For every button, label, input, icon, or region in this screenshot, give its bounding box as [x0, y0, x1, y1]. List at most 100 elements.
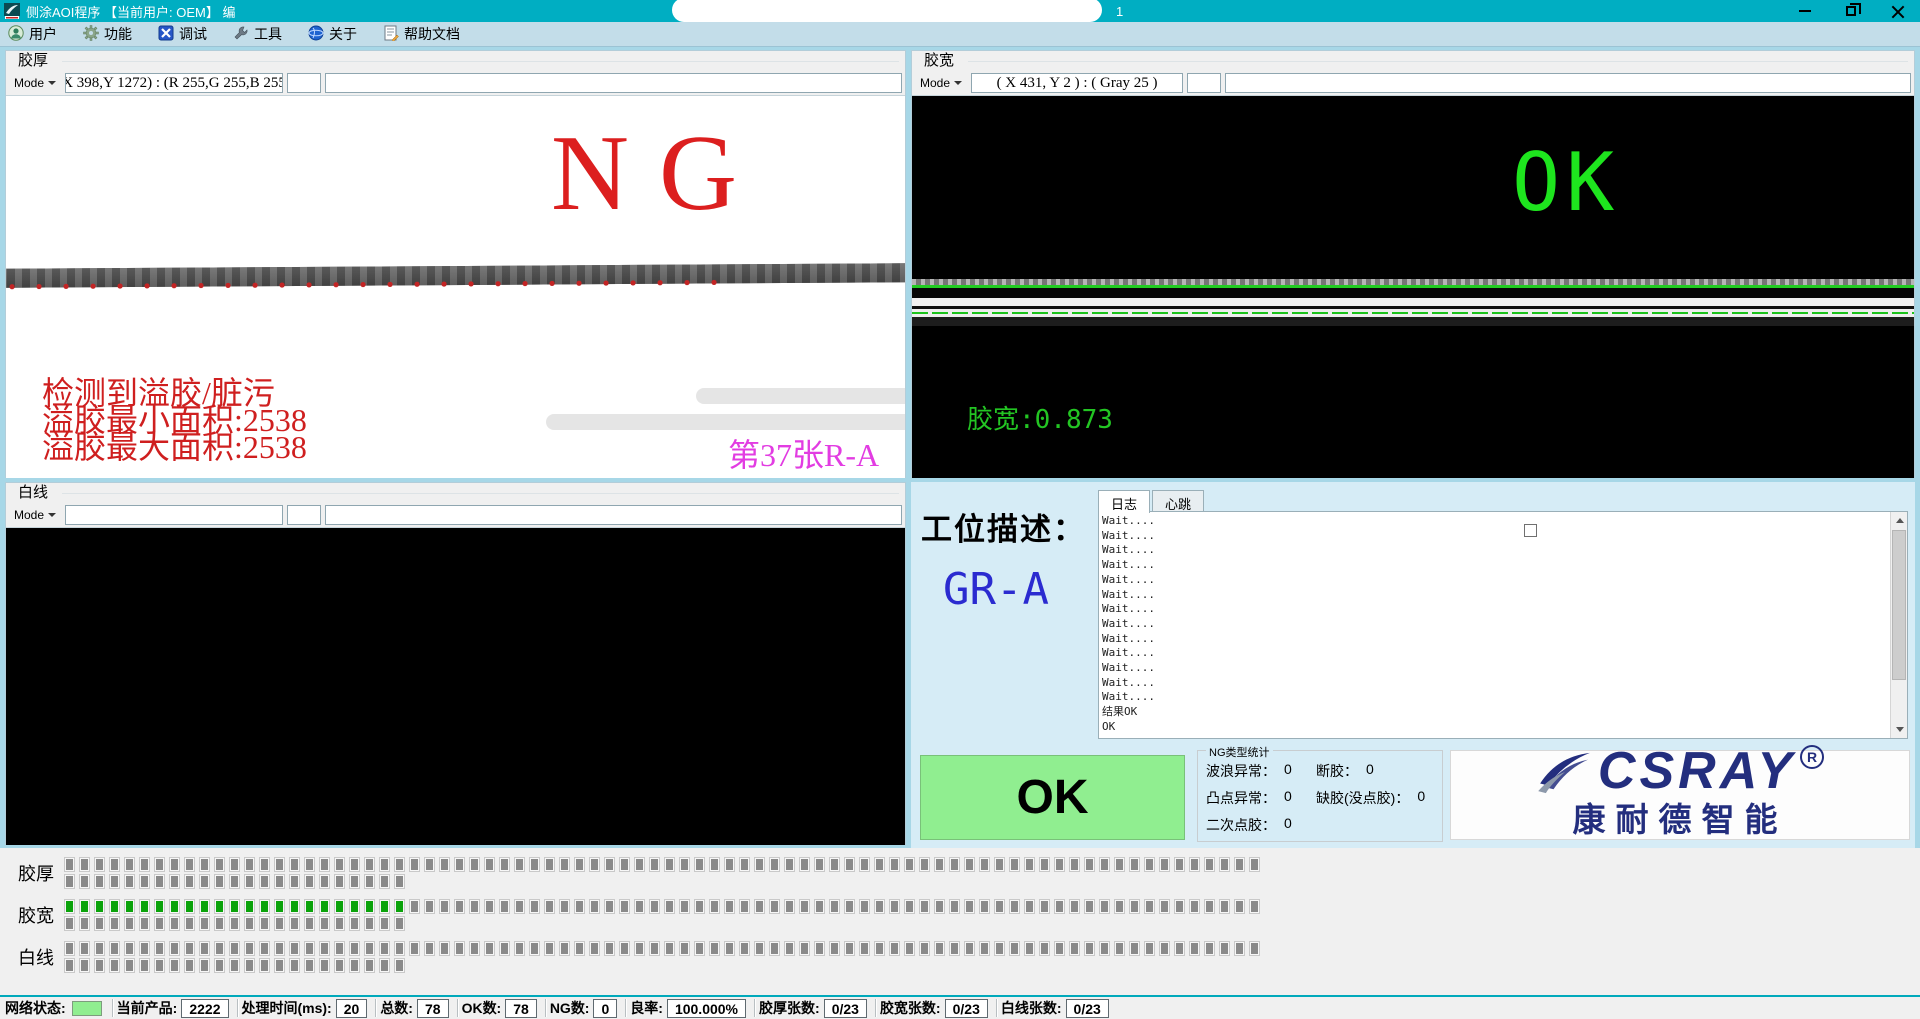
log-checkbox[interactable] — [1524, 524, 1537, 537]
status-label: 当前产品: — [117, 998, 178, 1018]
indicator-cell-on — [379, 899, 390, 914]
indicator-cell-off — [379, 916, 390, 931]
overall-result-button[interactable]: OK — [920, 755, 1185, 840]
indicator-cell-on — [64, 899, 75, 914]
indicator-cell-off — [649, 899, 660, 914]
indicator-cell-off — [799, 899, 810, 914]
indicator-cell-off — [1249, 857, 1260, 872]
indicator-cell-off — [259, 958, 270, 973]
indicator-cell-off — [919, 857, 930, 872]
indicator-row — [64, 857, 1264, 872]
tab-heartbeat[interactable]: 心跳 — [1152, 490, 1204, 512]
scroll-down-icon[interactable] — [1891, 721, 1908, 738]
indicator-cell-off — [664, 857, 675, 872]
ng-stat-value: 0 — [1284, 788, 1306, 808]
station-region: 工位描述： GR-A 日志 心跳 Wait....Wait....Wait...… — [911, 482, 1915, 848]
menu-help[interactable]: 帮助文档 — [383, 24, 460, 44]
image-view-white-line[interactable] — [6, 527, 905, 845]
tab-log[interactable]: 日志 — [1098, 490, 1150, 513]
indicator-cell-on — [199, 899, 210, 914]
indicator-cell-off — [934, 857, 945, 872]
indicator-cell-off — [109, 874, 120, 889]
indicator-cell-off — [154, 941, 165, 956]
indicator-cell-off — [124, 874, 135, 889]
indicator-cell-off — [1219, 857, 1230, 872]
indicator-cell-off — [454, 899, 465, 914]
log-line: Wait.... — [1102, 676, 1907, 691]
indicator-cell-off — [124, 941, 135, 956]
indicator-cell-off — [814, 941, 825, 956]
ng-stat-value: 0 — [1417, 788, 1439, 808]
mode-dropdown[interactable]: Mode — [9, 506, 61, 524]
indicator-cell-off — [964, 857, 975, 872]
indicator-cell-on — [334, 899, 345, 914]
indicator-cell-off — [799, 941, 810, 956]
title-redaction — [672, 0, 1102, 22]
status-label: NG数: — [550, 998, 590, 1018]
indicator-cell-off — [1174, 899, 1185, 914]
status-separator — [545, 999, 546, 1017]
indicator-cell-off — [94, 958, 105, 973]
indicator-cell-off — [604, 941, 615, 956]
indicator-cell-off — [589, 857, 600, 872]
glue-strip-image — [6, 263, 905, 288]
image-view-glue-thickness[interactable]: NG 检测到溢胶/脏污 溢胶最小面积:2538 溢胶最大面积:2538 第37张… — [6, 95, 905, 478]
pixel-coordinate-readout: ( X 431, Y 2 ) : ( Gray 25 ) — [971, 73, 1183, 93]
menu-tools[interactable]: 工具 — [233, 24, 282, 44]
indicator-cell-off — [229, 874, 240, 889]
log-scrollbar[interactable] — [1890, 512, 1907, 738]
mode-dropdown[interactable]: Mode — [9, 74, 61, 92]
menu-user[interactable]: 用户 — [8, 24, 57, 44]
station-description-value: GR-A — [943, 564, 1049, 615]
indicator-cell-off — [394, 916, 405, 931]
image-view-glue-width[interactable]: OK 胶宽:0.873 — [912, 95, 1914, 478]
indicator-cell-off — [844, 899, 855, 914]
indicator-cell-on — [124, 899, 135, 914]
indicator-cell-off — [424, 899, 435, 914]
zoom-readout — [1187, 73, 1221, 93]
close-icon — [1891, 5, 1904, 18]
scroll-up-icon[interactable] — [1891, 512, 1908, 529]
status-value: 78 — [417, 999, 449, 1018]
scrollbar-thumb[interactable] — [1892, 530, 1906, 680]
minimize-button[interactable] — [1782, 0, 1828, 22]
menu-about[interactable]: 关于 — [308, 24, 357, 44]
indicator-cell-on — [259, 899, 270, 914]
restore-button[interactable] — [1828, 0, 1874, 22]
status-separator — [457, 999, 458, 1017]
indicator-cell-off — [259, 874, 270, 889]
indicator-cell-off — [1189, 941, 1200, 956]
indicator-cell-off — [334, 958, 345, 973]
indicator-cell-off — [784, 941, 795, 956]
registered-trademark-icon: R — [1800, 745, 1824, 769]
indicator-cell-off — [1114, 857, 1125, 872]
indicator-row — [64, 874, 1264, 889]
indicator-cell-off — [199, 916, 210, 931]
menu-debug[interactable]: 调试 — [158, 24, 207, 44]
indicator-cell-off — [1009, 857, 1020, 872]
indicator-cell-off — [409, 857, 420, 872]
log-line: Wait.... — [1102, 514, 1907, 529]
ng-stat-row: 缺胶(没点胶)：0 — [1316, 788, 1439, 808]
status-value: 0 — [593, 999, 617, 1018]
indicator-cell-off — [364, 857, 375, 872]
menu-function[interactable]: 功能 — [83, 24, 132, 44]
log-list[interactable]: Wait....Wait....Wait....Wait....Wait....… — [1098, 511, 1908, 739]
status-separator — [754, 999, 755, 1017]
indicator-group-白线: 白线 — [0, 941, 1920, 973]
indicator-cell-on — [229, 899, 240, 914]
status-bar: 网络状态: 当前产品:2222处理时间(ms):20总数:78OK数:78NG数… — [0, 995, 1920, 1019]
close-button[interactable] — [1874, 0, 1920, 22]
mode-dropdown[interactable]: Mode — [915, 74, 967, 92]
swoosh-icon — [1536, 751, 1594, 795]
indicator-cell-off — [259, 916, 270, 931]
indicator-cell-off — [994, 941, 1005, 956]
indicator-cell-off — [274, 874, 285, 889]
panel-title-glue-thickness: 胶厚 — [6, 51, 905, 71]
indicator-cell-off — [259, 857, 270, 872]
ng-stat-label: 断胶： — [1316, 761, 1358, 781]
indicator-cell-off — [139, 958, 150, 973]
indicator-cell-off — [319, 857, 330, 872]
indicator-cell-off — [304, 941, 315, 956]
indicator-cell-off — [1129, 899, 1140, 914]
